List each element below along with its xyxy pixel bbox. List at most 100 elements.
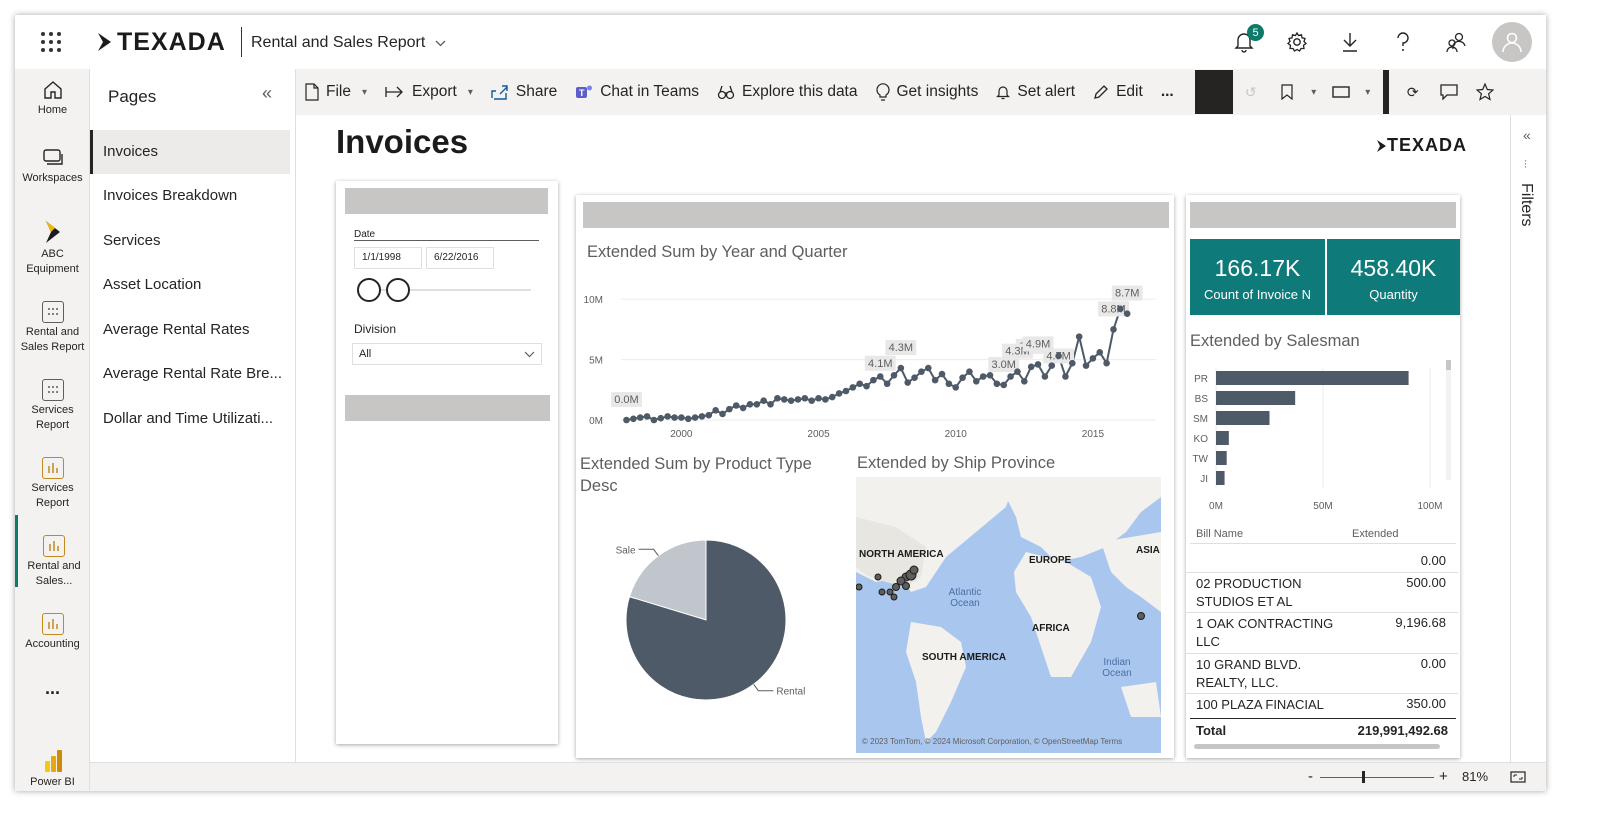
canvas-logo: TEXADA: [1376, 135, 1467, 156]
table-row[interactable]: 1 OAK CONTRACTING LLC 9,196.68: [1186, 613, 1458, 654]
page-tab-invoices-breakdown[interactable]: Invoices Breakdown: [90, 174, 290, 218]
app-launcher-icon[interactable]: [41, 32, 61, 52]
x-tick-label: 2015: [1082, 429, 1105, 440]
page-tab-services[interactable]: Services: [90, 219, 290, 263]
map-attribution[interactable]: © 2023 TomTom, © 2024 Microsoft Corporat…: [862, 737, 1122, 746]
data-point: [1048, 362, 1056, 369]
table-total-value: 219,991,492.68: [1357, 723, 1448, 738]
map-visual[interactable]: NORTH AMERICA EUROPE ASIA AFRICA SOUTH A…: [856, 477, 1161, 753]
nav-rental-sales-report[interactable]: Rental and Sales Report: [15, 301, 90, 355]
get-insights-button[interactable]: Get insights: [867, 83, 988, 101]
table-header-extended[interactable]: Extended: [1352, 528, 1398, 540]
table-row[interactable]: 100 PLAZA FINACIAL ASSOCIATES 350.00: [1186, 694, 1458, 718]
map-label-asia: ASIA: [1136, 545, 1160, 556]
view-button[interactable]: [1323, 85, 1359, 99]
data-point: [678, 414, 685, 421]
data-point: [636, 414, 644, 421]
binoculars-icon: [717, 85, 735, 100]
date-start-input[interactable]: 1/1/1998: [354, 247, 422, 269]
line-chart[interactable]: 0M5M10M20002005201020150.0M4.3M4.1M6.0M3…: [576, 265, 1174, 445]
chevron-down-icon[interactable]: ▾: [1359, 87, 1377, 98]
nav-powerbi[interactable]: Power BI: [15, 749, 90, 790]
avatar[interactable]: [1492, 22, 1532, 62]
set-alert-button[interactable]: Set alert: [987, 83, 1084, 101]
zoom-out-button[interactable]: -: [1308, 768, 1313, 785]
refresh-icon[interactable]: ⟳: [1395, 84, 1431, 101]
nav-services-report[interactable]: Services Report: [15, 379, 90, 433]
page-tab-invoices[interactable]: Invoices: [90, 130, 290, 174]
zoom-slider-track[interactable]: [1320, 777, 1434, 778]
bar-chart[interactable]: 0M 50M 100M PR BS SM KO TW JI: [1186, 360, 1460, 520]
fit-page-icon[interactable]: [1510, 771, 1526, 783]
filters-pane[interactable]: « ⫶ Filters: [1510, 115, 1546, 762]
table-row[interactable]: 10 GRAND BLVD. REALTY, LLC. 0.00: [1186, 654, 1458, 694]
bar: [1216, 451, 1227, 465]
slicer-header-bar: [345, 188, 548, 214]
kpi-quantity: 458.40K Quantity: [1327, 239, 1460, 315]
data-point: [808, 397, 815, 404]
report-title[interactable]: Rental and Sales Report: [251, 34, 446, 52]
chart-icon: [41, 457, 64, 479]
table-row[interactable]: 02 PRODUCTION STUDIOS ET AL 500.00: [1186, 573, 1458, 613]
collapse-pages-icon[interactable]: «: [262, 83, 272, 104]
edit-button[interactable]: Edit: [1084, 83, 1152, 101]
nav-services-report-2[interactable]: Services Report: [15, 457, 90, 511]
data-point: [890, 371, 898, 379]
data-point: [959, 374, 966, 382]
expand-filters-icon[interactable]: «: [1523, 127, 1531, 143]
left-nav: Home Workspaces ABC Equipment Rental and…: [15, 69, 90, 791]
division-dropdown[interactable]: All: [352, 343, 542, 365]
chat-in-teams-button[interactable]: T Chat in Teams: [566, 83, 708, 101]
share-people-button[interactable]: [1429, 22, 1482, 62]
teams-icon: T: [576, 85, 593, 98]
report-canvas: Invoices TEXADA Date 1/1/1998 6/22/2016 …: [296, 115, 1510, 762]
undo-icon[interactable]: ↺: [1233, 84, 1269, 101]
nav-abc-equipment[interactable]: ABC Equipment: [15, 219, 90, 277]
help-button[interactable]: [1376, 22, 1429, 62]
data-point: [1062, 373, 1069, 380]
date-slider-start-handle[interactable]: [357, 278, 381, 302]
data-point: [924, 364, 932, 372]
settings-button[interactable]: [1270, 22, 1323, 62]
data-point: [1021, 378, 1028, 385]
date-end-input[interactable]: 6/22/2016: [426, 247, 494, 269]
share-button[interactable]: Share: [482, 83, 566, 101]
notification-badge: 5: [1247, 24, 1264, 41]
nav-workspaces[interactable]: Workspaces: [15, 147, 90, 186]
export-label: Export: [412, 83, 457, 100]
x-tick-label: 100M: [1417, 501, 1442, 512]
data-point: [726, 405, 733, 413]
page-tab-dollar-time-utilization[interactable]: Dollar and Time Utilizati...: [90, 397, 290, 441]
table-horizontal-scrollbar[interactable]: [1194, 744, 1440, 749]
nav-rental-sales-active[interactable]: Rental and Sales...: [15, 515, 90, 587]
kpi-invoice-count-label: Count of Invoice N: [1204, 287, 1311, 302]
bookmark-button[interactable]: [1269, 84, 1305, 100]
date-slicer-label: Date: [354, 229, 376, 240]
nav-more-button[interactable]: ...: [15, 679, 90, 697]
explore-data-button[interactable]: Explore this data: [708, 83, 866, 101]
table-row[interactable]: 0.00: [1186, 551, 1458, 573]
category-label: TW: [1192, 454, 1208, 465]
download-button[interactable]: [1323, 22, 1376, 62]
page-tab-average-rental-rate-breakdown[interactable]: Average Rental Rate Bre...: [90, 352, 290, 396]
file-menu[interactable]: File ▾: [296, 83, 376, 101]
nav-home[interactable]: Home: [15, 79, 90, 118]
comment-button[interactable]: [1431, 84, 1467, 100]
favorite-button[interactable]: [1467, 83, 1503, 101]
table-header-bill-name[interactable]: Bill Name: [1196, 528, 1243, 540]
nav-accounting[interactable]: Accounting: [15, 613, 90, 652]
chevron-down-icon[interactable]: ▾: [1305, 87, 1323, 98]
app-header: TEXADA Rental and Sales Report 5: [15, 15, 1546, 69]
notifications-button[interactable]: 5: [1217, 22, 1270, 62]
pie-chart[interactable]: Sale Rental: [576, 495, 846, 725]
zoom-in-button[interactable]: +: [1439, 768, 1448, 785]
zoom-slider-thumb[interactable]: [1362, 771, 1365, 783]
more-options-button[interactable]: ...: [1152, 83, 1183, 101]
page-tab-average-rental-rates[interactable]: Average Rental Rates: [90, 308, 290, 352]
date-slider-end-handle[interactable]: [386, 278, 410, 302]
export-menu[interactable]: Export ▾: [376, 83, 482, 101]
page-tab-asset-location[interactable]: Asset Location: [90, 263, 290, 307]
nav-rental-sales-active-label: Rental and Sales...: [27, 560, 81, 587]
charts-header-bar: [583, 202, 1169, 228]
table-cell-value: 500.00: [1406, 575, 1446, 590]
